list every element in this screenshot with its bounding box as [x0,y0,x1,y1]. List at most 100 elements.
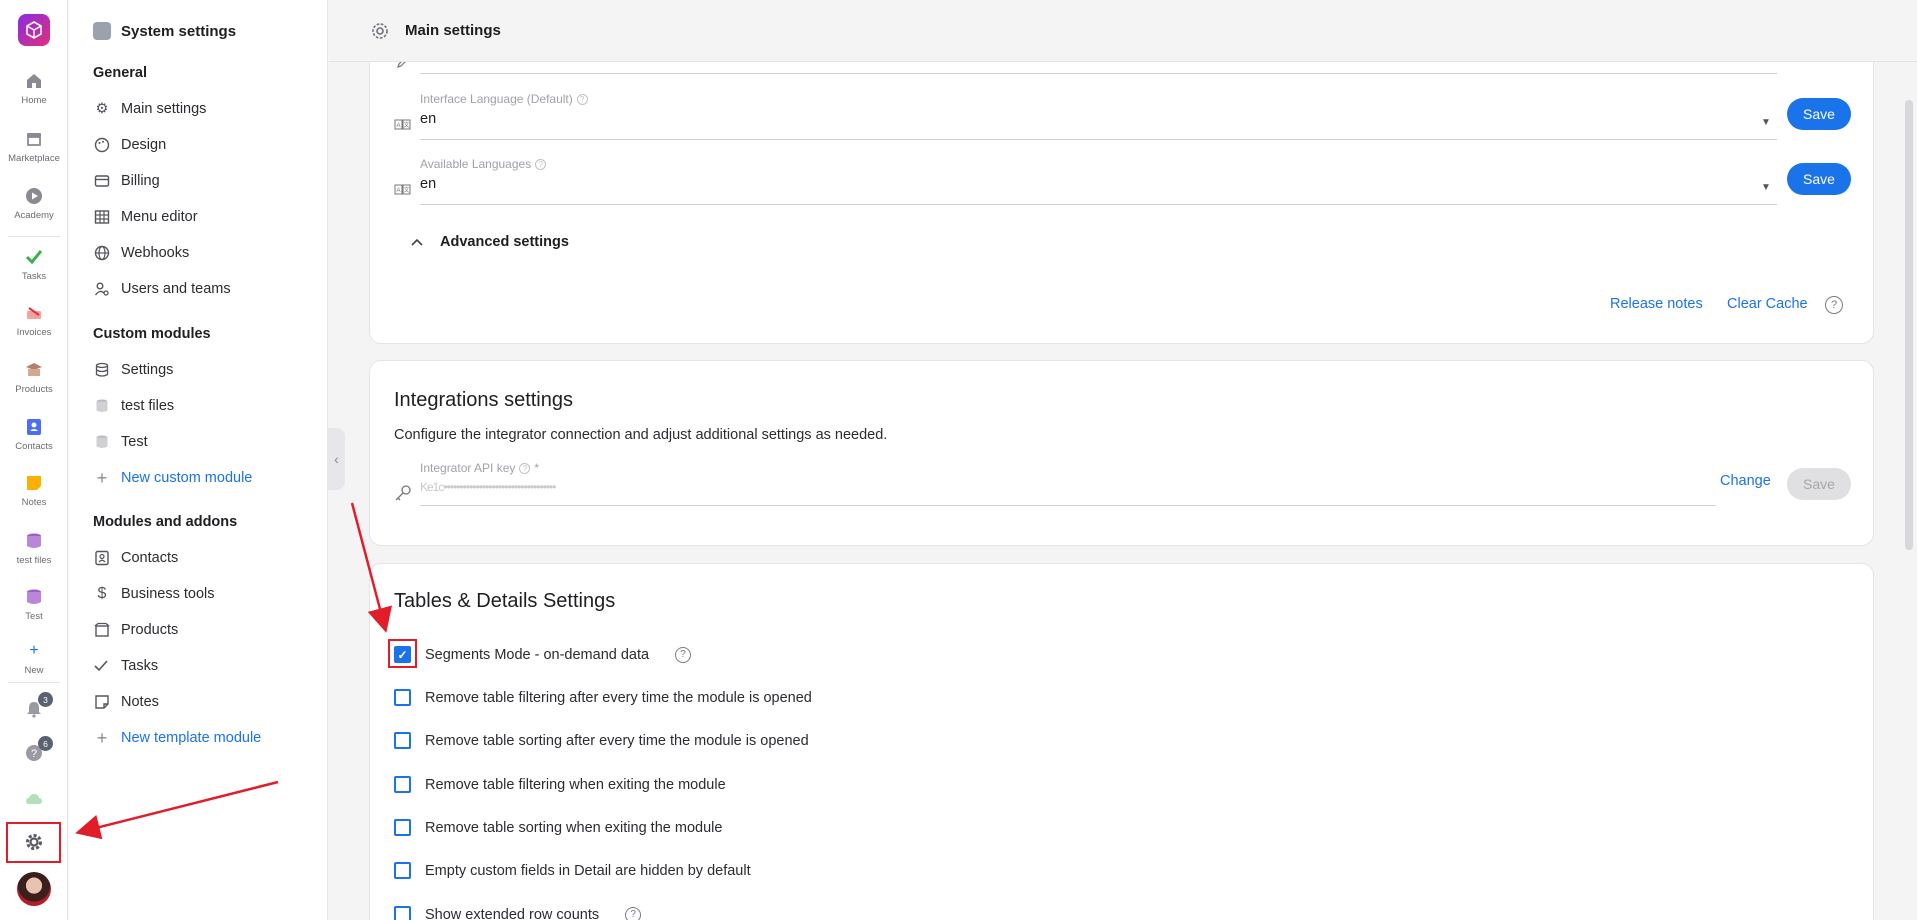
new-template-module-link[interactable]: + New template module [93,727,262,748]
rail-item-tasks[interactable]: Tasks [0,246,68,282]
option-hide-empty-custom-fields[interactable]: Empty custom fields in Detail are hidden… [394,862,751,879]
rail-item-academy[interactable]: Academy [0,185,68,221]
sidebar-item-tasks[interactable]: Tasks [93,657,158,675]
sidebar-item-business-tools[interactable]: $ Business tools [93,585,215,603]
rail-item-marketplace[interactable]: Marketplace [0,128,68,164]
sidebar-item-contacts[interactable]: Contacts [93,549,178,567]
rail-label: Marketplace [8,153,60,164]
invoice-icon [23,302,45,324]
page-topbar: Main settings [329,0,1917,62]
help-icon[interactable]: ? [1825,296,1843,314]
sidebar-item-label: Notes [121,694,159,710]
info-icon[interactable]: ? [535,158,547,170]
notification-count-badge: 3 [38,692,53,707]
checkbox[interactable] [394,732,411,749]
page-scrollbar[interactable] [1905,100,1913,550]
info-icon[interactable]: ? [576,93,588,105]
integrations-subtitle: Configure the integrator connection and … [394,427,888,443]
plus-icon: + [96,727,108,748]
option-label: Show extended row counts [425,906,600,920]
option-label: Remove table filtering when exiting the … [425,776,726,793]
checkbox[interactable] [394,819,411,836]
settings-sidebar: System settings General ⚙ Main settings … [69,0,328,920]
rail-label: Products [15,384,53,395]
checkbox[interactable] [394,862,411,879]
cloud-check-icon [23,788,45,810]
note-icon [23,472,45,494]
advanced-settings-label: Advanced settings [440,234,569,250]
option-show-extended-row-counts[interactable]: Show extended row counts ? [394,906,642,920]
option-remove-filtering-opened[interactable]: Remove table filtering after every time … [394,689,812,706]
sidebar-item-test-files[interactable]: test files [93,397,174,415]
rail-label: Home [21,95,47,106]
database-icon [23,586,45,608]
checkbox-checked[interactable]: ✓ [394,646,411,663]
change-api-key-link[interactable]: Change [1720,473,1771,489]
svg-text:A: A [396,188,400,194]
checkbox[interactable] [394,689,411,706]
sidebar-item-design[interactable]: Design [93,136,166,154]
release-notes-link[interactable]: Release notes [1610,296,1703,312]
notifications-button[interactable]: 3 [0,692,68,720]
checkbox[interactable] [394,906,411,920]
api-key-save-button[interactable]: Save [1787,468,1851,500]
box-icon [23,359,45,381]
user-avatar[interactable] [0,872,68,906]
sidebar-item-custom-settings[interactable]: Settings [93,361,173,379]
available-languages-field[interactable]: Available Languages? en [420,157,547,192]
advanced-settings-toggle[interactable]: Advanced settings [410,234,569,250]
sidebar-item-label: Users and teams [121,281,231,297]
database-icon [93,433,111,451]
field-underline [420,73,1777,74]
sidebar-item-label: Tasks [121,658,159,674]
new-custom-module-link[interactable]: + New custom module [93,468,253,488]
credit-card-icon [93,172,111,190]
sidebar-collapse-button[interactable]: ‹ [328,428,345,490]
app-logo-icon[interactable] [18,14,50,46]
api-key-field[interactable]: Integrator API key? * Ke1c•••••••••••••••… [420,461,556,494]
sidebar-item-label: Settings [121,362,174,378]
sidebar-item-billing[interactable]: Billing [93,172,160,190]
help-icon[interactable]: ? [625,906,642,920]
help-icon[interactable]: ? [675,646,692,663]
info-icon[interactable]: ? [519,462,531,474]
interface-language-save-button[interactable]: Save [1787,98,1851,130]
option-remove-filtering-exiting[interactable]: Remove table filtering when exiting the … [394,776,726,793]
option-remove-sorting-exiting[interactable]: Remove table sorting when exiting the mo… [394,819,722,836]
sidebar-item-main-settings[interactable]: ⚙ Main settings [93,100,207,118]
sidebar-item-webhooks[interactable]: Webhooks [93,244,189,262]
rail-item-test-files[interactable]: test files [0,530,68,566]
sidebar-item-test[interactable]: Test [93,433,148,451]
svg-text:A: A [396,123,400,129]
sidebar-item-label: Design [121,137,167,153]
sidebar-item-products[interactable]: Products [93,621,178,639]
rail-label: Tasks [21,271,47,282]
option-remove-sorting-opened[interactable]: Remove table sorting after every time th… [394,732,809,749]
rail-item-test[interactable]: Test [0,586,68,622]
rail-item-notes[interactable]: Notes [0,472,68,508]
field-value: en [420,176,437,192]
interface-language-field[interactable]: Interface Language (Default)? en [420,92,588,127]
rail-item-contacts[interactable]: Contacts [0,416,68,452]
sidebar-item-label: Main settings [121,101,207,117]
sidebar-item-label: Products [121,622,179,638]
dropdown-caret-icon[interactable]: ▼ [1761,117,1771,128]
rail-item-products[interactable]: Products [0,359,68,395]
sidebar-item-notes[interactable]: Notes [93,693,159,711]
help-button[interactable]: ? 6 [0,736,68,764]
rail-item-new[interactable]: + New [0,640,68,676]
available-languages-save-button[interactable]: Save [1787,163,1851,195]
checkbox[interactable] [394,776,411,793]
option-segments-mode[interactable]: ✓ Segments Mode - on-demand data ? [394,646,692,663]
sync-status[interactable] [0,788,68,810]
dropdown-caret-icon[interactable]: ▼ [1761,182,1771,193]
rail-item-home[interactable]: Home [0,70,68,106]
sidebar-item-menu-editor[interactable]: Menu editor [93,208,198,226]
database-icon [23,530,45,552]
sidebar-item-users-and-teams[interactable]: Users and teams [93,280,231,298]
clear-cache-link[interactable]: Clear Cache [1727,296,1808,312]
sidebar-item-label: Billing [121,173,160,189]
rail-item-invoices[interactable]: Invoices [0,302,68,338]
tables-details-card: Tables & Details Settings ✓ Segments Mod… [369,563,1874,920]
database-icon [93,361,111,379]
